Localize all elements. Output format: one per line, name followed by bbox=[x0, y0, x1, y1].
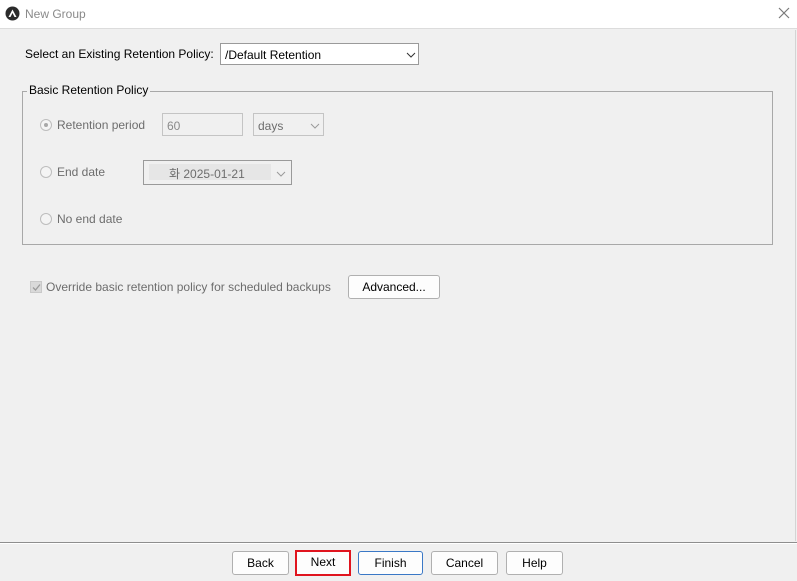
policy-dropdown-value: /Default Retention bbox=[225, 48, 322, 62]
basic-retention-legend: Basic Retention Policy bbox=[27, 83, 151, 97]
cancel-button[interactable]: Cancel bbox=[431, 551, 498, 575]
end-date-label: End date bbox=[57, 165, 106, 179]
finish-button[interactable]: Finish bbox=[358, 551, 423, 575]
chevron-down-icon bbox=[406, 52, 416, 58]
back-button[interactable]: Back bbox=[232, 551, 289, 575]
retention-period-radio[interactable] bbox=[40, 119, 52, 131]
override-label: Override basic retention policy for sche… bbox=[46, 280, 331, 294]
no-end-date-label: No end date bbox=[57, 212, 123, 226]
footer-divider-highlight bbox=[0, 543, 797, 544]
app-logo-icon bbox=[5, 6, 20, 21]
end-date-radio[interactable] bbox=[40, 166, 52, 178]
retention-unit-value: days bbox=[258, 119, 284, 133]
end-date-field: 화 2025-01-21 bbox=[149, 164, 271, 181]
end-date-value: 화 2025-01-21 bbox=[169, 167, 245, 181]
retention-period-value: 60 bbox=[167, 119, 181, 133]
advanced-button[interactable]: Advanced... bbox=[348, 275, 440, 299]
retention-unit-dropdown[interactable]: days bbox=[253, 113, 324, 136]
retention-period-label: Retention period bbox=[57, 118, 146, 132]
policy-select-label: Select an Existing Retention Policy: bbox=[25, 47, 214, 61]
close-icon[interactable] bbox=[777, 6, 791, 20]
check-icon bbox=[32, 284, 41, 291]
help-button[interactable]: Help bbox=[506, 551, 563, 575]
title-bar: New Group bbox=[0, 0, 797, 29]
override-checkbox[interactable] bbox=[30, 281, 42, 293]
chevron-down-icon bbox=[276, 171, 286, 177]
window-title: New Group bbox=[25, 7, 86, 21]
chevron-down-icon bbox=[310, 123, 320, 129]
retention-period-input[interactable]: 60 bbox=[162, 113, 243, 136]
no-end-date-radio[interactable] bbox=[40, 213, 52, 225]
policy-dropdown[interactable]: /Default Retention bbox=[220, 43, 419, 65]
end-date-picker[interactable]: 화 2025-01-21 bbox=[143, 160, 292, 185]
next-button[interactable]: Next bbox=[295, 550, 351, 576]
basic-retention-groupbox bbox=[22, 91, 773, 245]
